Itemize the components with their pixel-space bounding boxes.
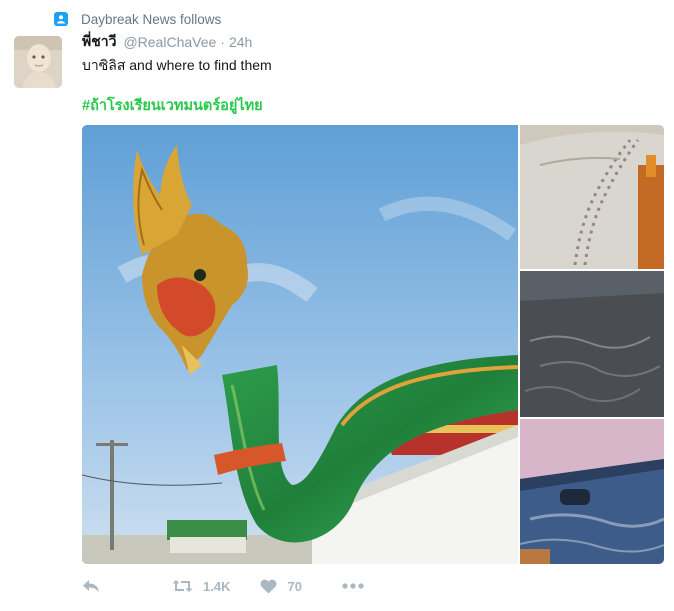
media-grid [82, 125, 664, 564]
retweet-button[interactable]: 1.4K [172, 579, 230, 594]
author-name[interactable]: พี่ชาวี [82, 31, 116, 53]
separator: · [220, 34, 225, 50]
heart-icon [260, 579, 277, 593]
person-icon [54, 12, 68, 26]
dusty-car-door-photo[interactable] [520, 419, 664, 564]
more-button[interactable] [342, 583, 364, 589]
reply-icon [83, 580, 99, 592]
tweet-timestamp[interactable]: 24h [229, 34, 252, 50]
reply-button[interactable] [82, 579, 100, 593]
retweet-count: 1.4K [203, 578, 231, 594]
tweet-text: บาซิลิส and where to find them [82, 57, 272, 73]
tweet-header: พี่ชาวี @RealChaVee · 24h [82, 33, 252, 51]
naga-statue-photo[interactable] [82, 125, 518, 564]
author-handle[interactable]: @RealChaVee [123, 34, 216, 50]
sand-tracks-photo[interactable] [520, 125, 664, 269]
hashtag-link[interactable]: #ถ้าโรงเรียนเวทมนตร์อยู่ไทย [82, 94, 263, 117]
avatar[interactable] [14, 36, 62, 88]
more-icon [342, 583, 364, 589]
dusty-car-hood-photo[interactable] [520, 271, 664, 417]
like-count: 70 [287, 578, 302, 594]
tweet-actions: 1.4K 70 [82, 574, 364, 598]
like-button[interactable]: 70 [260, 578, 302, 594]
social-context-text[interactable]: Daybreak News follows [81, 12, 221, 27]
social-context: Daybreak News follows [54, 10, 221, 28]
retweet-icon [172, 580, 193, 592]
